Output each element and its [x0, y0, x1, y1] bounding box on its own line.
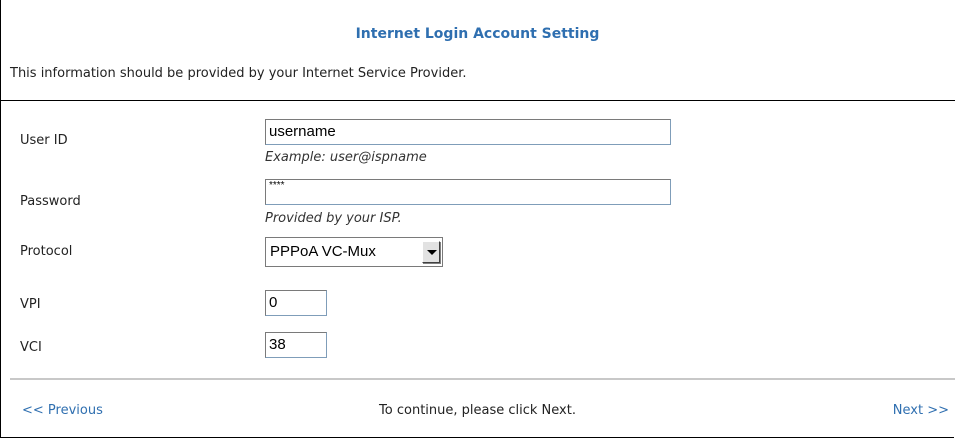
chevron-down-icon: [427, 250, 437, 255]
user-id-input[interactable]: username: [265, 119, 671, 145]
user-id-label: User ID: [20, 133, 68, 148]
user-id-hint: Example: user@ispname: [265, 150, 427, 165]
password-label: Password: [20, 194, 81, 209]
info-text: This information should be provided by y…: [10, 66, 467, 81]
vpi-input[interactable]: 0: [265, 290, 327, 316]
page-title: Internet Login Account Setting: [355, 26, 600, 42]
vpi-label: VPI: [20, 297, 41, 312]
protocol-select[interactable]: PPPoA VC-Mux: [265, 237, 443, 267]
password-hint: Provided by your ISP.: [265, 211, 402, 226]
vci-label: VCI: [20, 340, 42, 355]
dropdown-arrow-button[interactable]: [422, 241, 440, 263]
protocol-select-value: PPPoA VC-Mux: [270, 243, 376, 260]
next-link[interactable]: Next >>: [893, 403, 949, 418]
vci-input[interactable]: 38: [265, 332, 327, 358]
protocol-label: Protocol: [20, 244, 73, 259]
password-input[interactable]: ****: [265, 179, 671, 205]
footer-divider: [10, 378, 955, 380]
previous-link[interactable]: << Previous: [22, 403, 103, 418]
header-divider: [0, 100, 955, 101]
